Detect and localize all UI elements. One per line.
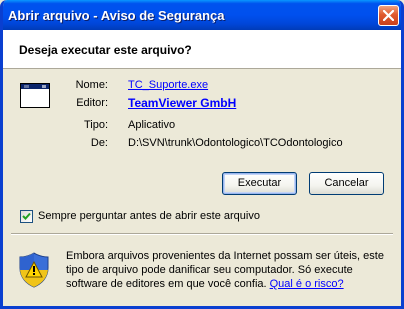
from-label: De:	[90, 137, 108, 149]
security-shield-icon	[19, 252, 49, 288]
title-bar[interactable]: Abrir arquivo - Aviso de Segurança	[3, 0, 401, 30]
close-button[interactable]	[378, 5, 399, 26]
publisher-label: Editor:	[76, 97, 108, 109]
type-value: Aplicativo	[128, 119, 176, 131]
close-icon	[383, 10, 394, 21]
publisher-link[interactable]: TeamViewer GmbH	[128, 96, 236, 110]
warning-text-block: Embora arquivos provenientes da Internet…	[66, 249, 384, 291]
type-label: Tipo:	[83, 119, 108, 131]
divider-highlight	[11, 234, 393, 235]
always-ask-checkbox[interactable]	[20, 210, 33, 223]
name-label: Nome:	[75, 79, 108, 91]
header-divider	[3, 68, 401, 69]
checkmark-icon	[22, 212, 31, 220]
application-window-icon	[20, 83, 50, 108]
run-button[interactable]: Executar	[222, 172, 297, 195]
cancel-button[interactable]: Cancelar	[309, 172, 384, 195]
dialog-question: Deseja executar este arquivo?	[19, 43, 192, 57]
from-path-value: D:\SVN\trunk\Odontologico\TCOdontologico	[128, 137, 343, 149]
risk-link[interactable]: Qual é o risco?	[270, 278, 344, 290]
file-name-link[interactable]: TC_Suporte.exe	[128, 79, 208, 91]
always-ask-label[interactable]: Sempre perguntar antes de abrir este arq…	[38, 210, 260, 222]
window-title: Abrir arquivo - Aviso de Segurança	[8, 8, 225, 23]
security-warning-dialog: Abrir arquivo - Aviso de Segurança Desej…	[0, 0, 404, 309]
